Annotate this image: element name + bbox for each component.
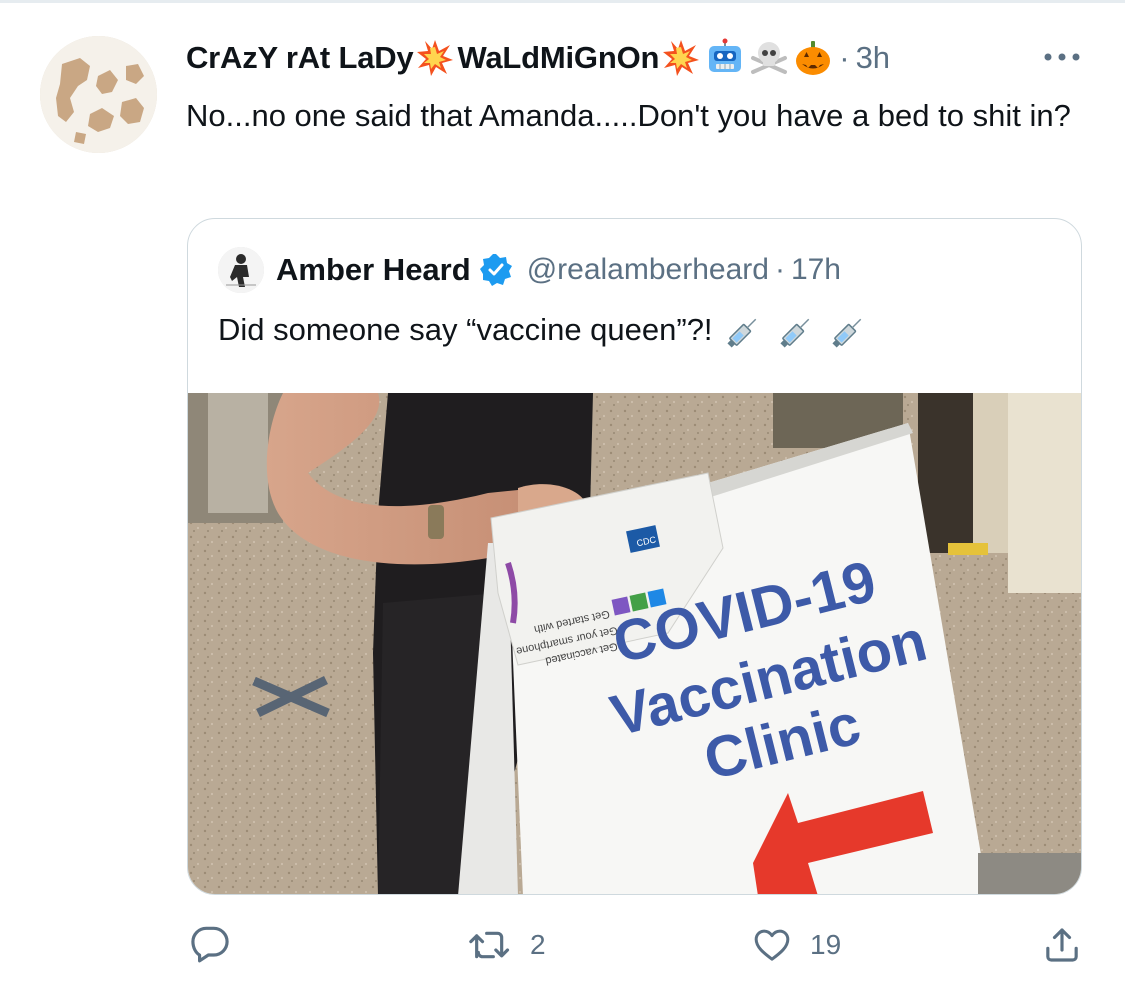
more-dots-icon bbox=[1044, 53, 1080, 61]
person-avatar-icon bbox=[218, 247, 264, 293]
top-divider bbox=[0, 0, 1125, 3]
quote-tweet-card[interactable]: Amber Heard @realamberheard · 17h Did so… bbox=[187, 218, 1082, 895]
tweet-text: No...no one said that Amanda.....Don't y… bbox=[186, 98, 1071, 133]
vaccination-clinic-photo: Get started with Get your smartphone Get… bbox=[188, 393, 1081, 894]
meta-separator: · bbox=[839, 40, 850, 75]
heart-icon bbox=[754, 929, 790, 961]
quote-header: Amber Heard @realamberheard · 17h bbox=[218, 247, 841, 293]
syringe-emoji-icon bbox=[832, 318, 862, 348]
tweet-action-bar: 2 19 bbox=[0, 915, 1125, 985]
syringe-emoji-icon bbox=[727, 318, 757, 348]
quote-text-content: Did someone say “vaccine queen”?! bbox=[218, 312, 713, 347]
tweet-timestamp[interactable]: 3h bbox=[856, 40, 890, 76]
map-avatar-icon bbox=[40, 36, 157, 153]
quote-timestamp[interactable]: 17h bbox=[791, 253, 841, 287]
quote-author-avatar[interactable] bbox=[218, 247, 264, 293]
retweet-count: 2 bbox=[530, 929, 546, 960]
quote-photo[interactable]: Get started with Get your smartphone Get… bbox=[188, 393, 1081, 894]
share-button[interactable] bbox=[1042, 925, 1082, 965]
retweet-button[interactable]: 2 bbox=[468, 925, 546, 965]
reply-icon bbox=[191, 926, 229, 963]
collision-emoji-icon bbox=[417, 40, 454, 76]
share-icon bbox=[1046, 928, 1078, 962]
verified-badge-icon bbox=[479, 254, 512, 286]
like-button[interactable]: 19 bbox=[752, 925, 841, 965]
tweet-header: CrAzY rAt LaDy WaLdMiGnOn · 3h bbox=[186, 30, 890, 86]
more-options-button[interactable] bbox=[1040, 40, 1084, 74]
skull-crossbones-emoji-icon bbox=[751, 42, 788, 74]
author-display-name-part2[interactable]: WaLdMiGnOn bbox=[457, 40, 659, 76]
jack-o-lantern-emoji-icon bbox=[796, 41, 831, 75]
quote-meta-separator: · bbox=[774, 253, 785, 286]
reply-button[interactable] bbox=[190, 925, 248, 965]
collision-emoji-icon bbox=[663, 40, 700, 76]
quote-author-handle[interactable]: @realamberheard bbox=[527, 253, 769, 287]
like-count: 19 bbox=[810, 929, 842, 960]
author-display-name-part1[interactable]: CrAzY rAt LaDy bbox=[186, 40, 414, 76]
author-avatar[interactable] bbox=[40, 36, 157, 153]
robot-emoji-icon bbox=[709, 38, 742, 72]
quote-author-name[interactable]: Amber Heard bbox=[276, 252, 471, 288]
retweet-icon bbox=[469, 931, 510, 959]
syringe-emoji-icon bbox=[780, 318, 810, 348]
quote-text: Did someone say “vaccine queen”?! bbox=[218, 307, 870, 353]
